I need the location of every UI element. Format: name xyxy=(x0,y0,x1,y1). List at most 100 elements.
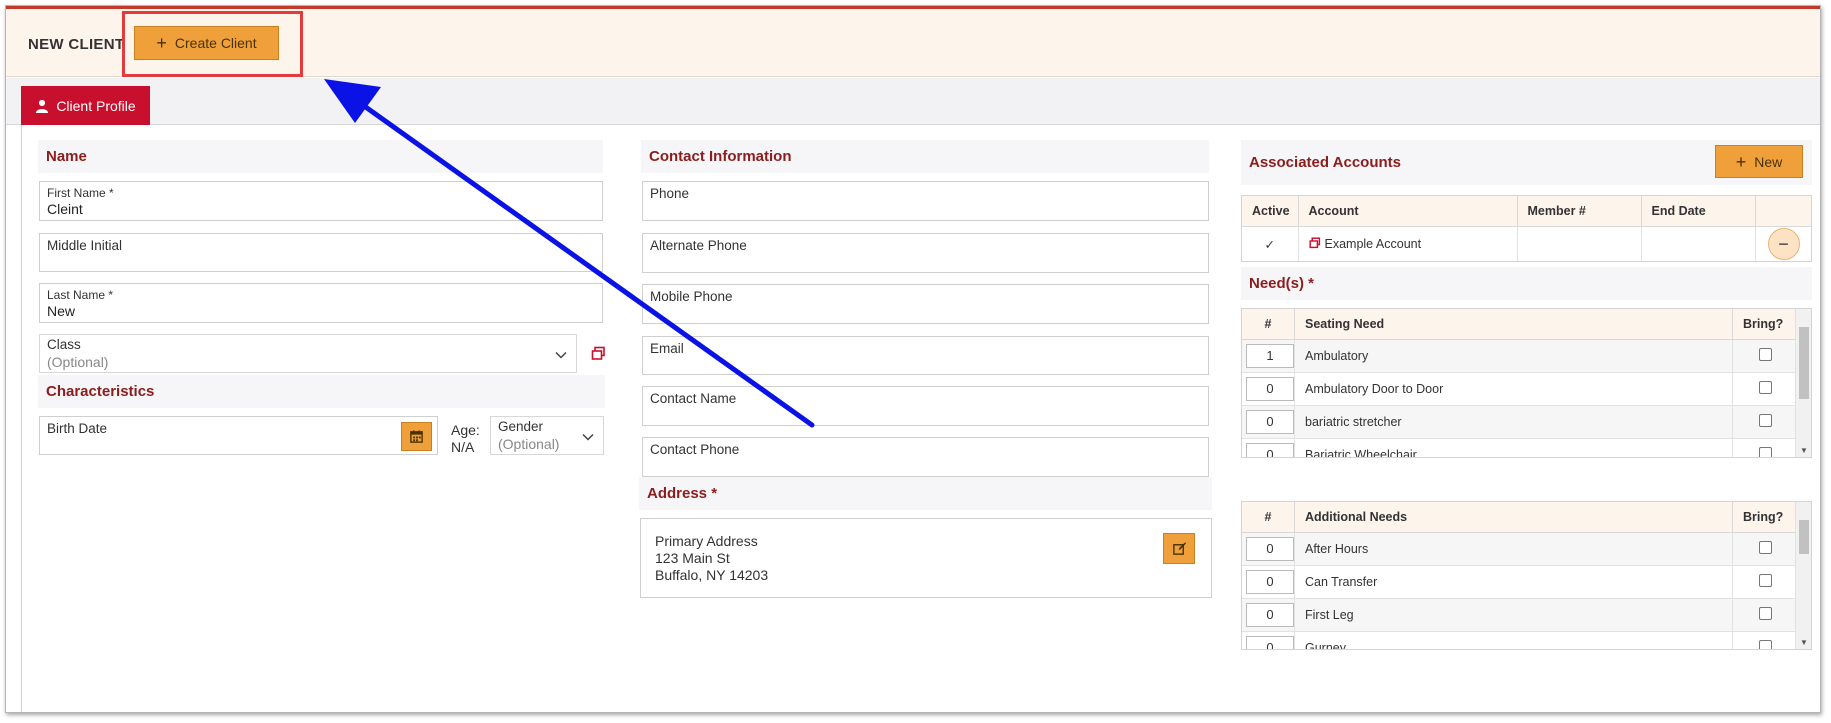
col-count: # xyxy=(1242,502,1295,533)
chevron-down-icon xyxy=(582,433,594,441)
need-count-input[interactable]: 0 xyxy=(1246,602,1294,627)
create-client-button[interactable]: + Create Client xyxy=(134,26,279,60)
need-count-input[interactable]: 0 xyxy=(1246,376,1294,401)
primary-address-card: Primary Address 123 Main St Buffalo, NY … xyxy=(640,518,1212,598)
col-additional-need: Additional Needs xyxy=(1294,502,1733,533)
first-name-label: First Name * xyxy=(47,186,114,200)
col-actions xyxy=(1755,196,1811,227)
last-name-value: New xyxy=(47,303,76,319)
mobile-phone-field[interactable]: Mobile Phone xyxy=(642,284,1209,324)
phone-label: Phone xyxy=(650,186,690,201)
table-row: 0 Bariatric Wheelchair xyxy=(1242,438,1797,457)
plus-icon: + xyxy=(1735,151,1747,172)
active-check: ✓ xyxy=(1242,226,1299,261)
open-in-window-icon[interactable] xyxy=(591,346,606,361)
new-account-label: New xyxy=(1754,153,1783,170)
col-bring: Bring? xyxy=(1732,502,1797,533)
need-name: First Leg xyxy=(1294,598,1733,632)
phone-field[interactable]: Phone xyxy=(642,181,1209,221)
col-account: Account xyxy=(1298,196,1518,227)
user-icon xyxy=(36,99,49,113)
col-count: # xyxy=(1242,309,1295,340)
calendar-button[interactable] xyxy=(401,422,432,451)
bring-checkbox[interactable] xyxy=(1758,606,1772,620)
need-count-input[interactable]: 0 xyxy=(1246,409,1294,434)
need-count-input[interactable]: 0 xyxy=(1246,635,1294,649)
need-count-input[interactable]: 0 xyxy=(1246,536,1294,561)
needs-section-title: Need(s) * xyxy=(1241,267,1812,300)
page-title: NEW CLIENT xyxy=(28,36,125,53)
table-row: 0 Ambulatory Door to Door xyxy=(1242,372,1797,406)
email-label: Email xyxy=(650,341,684,356)
characteristics-section-title: Characteristics xyxy=(38,375,605,408)
address-section-title: Address * xyxy=(639,477,1212,510)
bring-checkbox[interactable] xyxy=(1758,380,1772,394)
edit-icon xyxy=(1172,542,1186,555)
tab-bar: Client Profile xyxy=(6,78,1820,125)
account-link[interactable]: Example Account xyxy=(1325,237,1422,251)
age-label: Age: xyxy=(451,422,480,438)
mobile-phone-label: Mobile Phone xyxy=(650,289,733,304)
table-row: 0 First Leg xyxy=(1242,598,1797,632)
table-row: 0 Can Transfer xyxy=(1242,565,1797,599)
seating-needs-table: # Seating Need Bring? 1 Ambulatory 0 Ambul… xyxy=(1241,308,1812,458)
client-profile-panel: Name First Name * Cleint Middle Initial … xyxy=(21,125,1820,712)
new-account-button[interactable]: + New xyxy=(1715,145,1803,178)
last-name-field[interactable]: Last Name * New xyxy=(39,283,603,323)
edit-address-button[interactable] xyxy=(1163,533,1195,564)
alternate-phone-label: Alternate Phone xyxy=(650,238,747,253)
tab-client-profile-label: Client Profile xyxy=(56,97,136,114)
table-row: 1 Ambulatory xyxy=(1242,339,1797,373)
scrollbar-thumb[interactable] xyxy=(1799,520,1809,554)
address-lines: Primary Address 123 Main St Buffalo, NY … xyxy=(655,533,768,584)
scroll-down-icon[interactable]: ▼ xyxy=(1800,446,1808,455)
class-label: Class xyxy=(47,337,81,352)
open-in-window-icon[interactable] xyxy=(1308,237,1321,249)
page-header: NEW CLIENT + Create Client xyxy=(6,9,1820,77)
table-row: 0 bariatric stretcher xyxy=(1242,405,1797,439)
bring-checkbox[interactable] xyxy=(1758,540,1772,554)
first-name-value: Cleint xyxy=(47,201,83,217)
bring-checkbox[interactable] xyxy=(1758,639,1772,649)
scrollbar[interactable]: ▼ xyxy=(1795,502,1811,649)
need-count-input[interactable]: 1 xyxy=(1246,343,1294,368)
account-cell: Example Account xyxy=(1298,226,1518,261)
accounts-title-text: Associated Accounts xyxy=(1249,154,1401,171)
scroll-down-icon[interactable]: ▼ xyxy=(1800,638,1808,647)
email-field[interactable]: Email xyxy=(642,336,1209,375)
col-active: Active xyxy=(1242,196,1299,227)
bring-checkbox[interactable] xyxy=(1758,446,1772,457)
scrollbar[interactable]: ▼ xyxy=(1795,309,1811,457)
tab-client-profile[interactable]: Client Profile xyxy=(21,86,150,125)
name-section-title: Name xyxy=(38,140,603,173)
need-count-input[interactable]: 0 xyxy=(1246,569,1294,594)
bring-checkbox[interactable] xyxy=(1758,347,1772,361)
calendar-icon xyxy=(410,430,423,443)
contact-phone-field[interactable]: Contact Phone xyxy=(642,437,1209,477)
address-type: Primary Address xyxy=(655,533,758,549)
need-name: bariatric stretcher xyxy=(1294,405,1733,439)
chevron-down-icon xyxy=(555,351,567,359)
scrollbar-thumb[interactable] xyxy=(1799,327,1809,399)
gender-select[interactable]: Gender (Optional) xyxy=(490,416,604,455)
remove-account-button[interactable]: − xyxy=(1767,228,1800,260)
need-name: Ambulatory xyxy=(1294,339,1733,373)
member-cell xyxy=(1517,226,1642,261)
alternate-phone-field[interactable]: Alternate Phone xyxy=(642,233,1209,273)
bring-checkbox[interactable] xyxy=(1758,413,1772,427)
need-count-input[interactable]: 0 xyxy=(1246,442,1294,457)
contact-name-label: Contact Name xyxy=(650,391,737,406)
first-name-field[interactable]: First Name * Cleint xyxy=(39,181,603,221)
remove-cell: − xyxy=(1755,226,1811,261)
contact-name-field[interactable]: Contact Name xyxy=(642,386,1209,426)
contact-section-title: Contact Information xyxy=(641,140,1209,173)
contact-phone-label: Contact Phone xyxy=(650,442,740,457)
middle-initial-field[interactable]: Middle Initial xyxy=(39,233,603,272)
class-select[interactable]: Class (Optional) xyxy=(39,334,577,373)
birth-date-field[interactable]: Birth Date xyxy=(39,416,438,455)
need-name: Gurney xyxy=(1294,631,1733,649)
last-name-label: Last Name * xyxy=(47,288,114,302)
bring-checkbox[interactable] xyxy=(1758,573,1772,587)
age-value: N/A xyxy=(451,439,475,455)
gender-label: Gender xyxy=(498,419,544,434)
